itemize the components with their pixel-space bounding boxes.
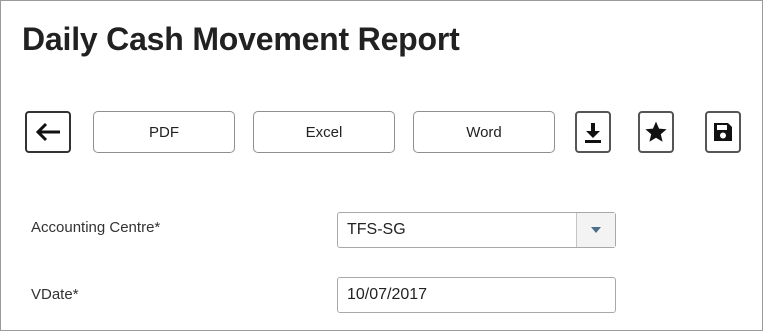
back-button[interactable] xyxy=(25,111,71,153)
caret-down-icon xyxy=(590,226,602,234)
vdate-input[interactable]: 10/07/2017 xyxy=(337,277,616,313)
accounting-centre-value: TFS-SG xyxy=(347,221,406,238)
report-panel: Daily Cash Movement Report PDF Excel Wor… xyxy=(0,0,763,331)
download-button[interactable] xyxy=(575,111,611,153)
accounting-centre-label: Accounting Centre* xyxy=(31,219,161,236)
download-icon xyxy=(583,121,603,143)
pdf-button[interactable]: PDF xyxy=(93,111,235,153)
word-button[interactable]: Word xyxy=(413,111,555,153)
page-title: Daily Cash Movement Report xyxy=(22,21,460,57)
vdate-label: VDate* xyxy=(31,286,79,303)
favorite-button[interactable] xyxy=(638,111,674,153)
arrow-left-icon xyxy=(34,121,62,143)
vdate-value: 10/07/2017 xyxy=(347,286,428,303)
save-button[interactable] xyxy=(705,111,741,153)
floppy-disk-icon xyxy=(712,121,734,143)
accounting-centre-select[interactable]: TFS-SG xyxy=(337,212,616,248)
dropdown-toggle[interactable] xyxy=(576,213,615,247)
star-icon xyxy=(644,120,668,144)
excel-button[interactable]: Excel xyxy=(253,111,395,153)
